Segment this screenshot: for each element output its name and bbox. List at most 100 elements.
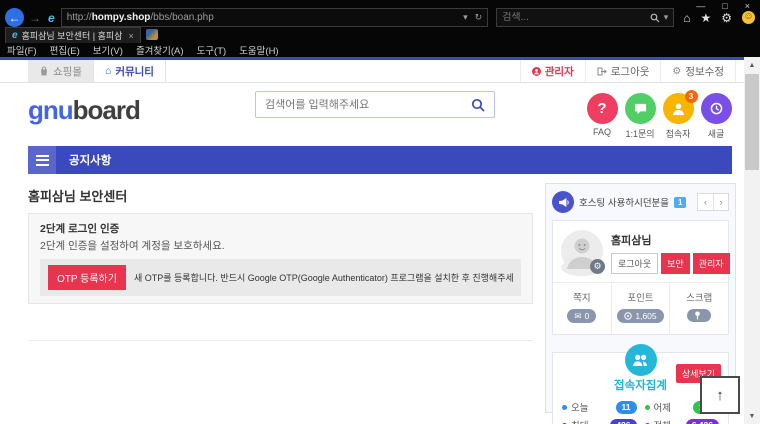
page-scrollbar[interactable]: ▲ ▼ [744, 57, 760, 424]
scrollbar-thumb[interactable] [745, 74, 759, 170]
site-search-input[interactable] [265, 99, 471, 111]
shopping-bag-icon [39, 66, 49, 76]
banner-prev-icon[interactable]: ‹ [698, 194, 713, 210]
avatar[interactable]: ⚙ [561, 230, 603, 272]
tab-close-icon[interactable]: × [128, 31, 133, 41]
tab-title: 홈피삼님 보안센터 | 홈피삼 [22, 29, 123, 42]
chat-bubble-icon[interactable] [625, 93, 656, 124]
site-tab-label: 쇼핑몰 [53, 64, 82, 79]
site-tab-community[interactable]: ⌂ 커뮤니티 [93, 60, 166, 82]
search-dropdown-icon[interactable]: ▾ [664, 12, 669, 23]
new-posts-shortcut[interactable]: 새글 [698, 93, 734, 140]
address-bar[interactable]: http://hompy.shop/bbs/boan.php ▾ ↻ [61, 8, 489, 27]
logo-part-board: board [73, 95, 140, 125]
profile-settings-gear-icon[interactable]: ⚙ [590, 259, 605, 274]
profile-stats: 쪽지 ✉ 0 포인트 1,605 [553, 282, 728, 334]
total-label: 전체 [654, 418, 671, 424]
banner-next-icon[interactable]: › [713, 194, 728, 210]
back-button[interactable]: ← [5, 8, 24, 27]
logout-link[interactable]: 로그아웃 [585, 60, 661, 82]
security-button[interactable]: 보안 [661, 253, 690, 274]
site-logo[interactable]: gnuboard [28, 96, 140, 124]
hosting-banner[interactable]: 호스팅 사용하시던분을 연.. 1 ‹ › [552, 190, 729, 214]
logout-button[interactable]: 로그아웃 [611, 253, 658, 274]
site-search-box[interactable] [255, 91, 495, 118]
today-label: 오늘 [571, 400, 588, 414]
admin-link[interactable]: 관리자 [520, 60, 585, 82]
quick-icons: ? FAQ 1:1문의 [584, 93, 734, 140]
today-dot [562, 405, 567, 410]
faq-question-icon[interactable]: ? [587, 93, 618, 124]
site-tabs: 쇼핑몰 ⌂ 커뮤니티 [28, 60, 166, 82]
visitor-person-icon[interactable]: 3 [663, 93, 694, 124]
visitors-shortcut[interactable]: 3 접속자 [660, 93, 696, 140]
forward-button[interactable]: → [29, 11, 41, 25]
page-favicon-icon: e [48, 11, 55, 25]
megaphone-icon [552, 191, 574, 213]
favorites-star-icon[interactable]: ★ [700, 11, 711, 25]
settings-gear-icon[interactable]: ⚙ [721, 11, 732, 25]
banner-text[interactable]: 호스팅 사용하시던분을 연.. [579, 195, 671, 209]
scrollbar-up-icon[interactable]: ▲ [744, 57, 760, 73]
menu-tools[interactable]: 도구(T) [197, 43, 227, 57]
menu-file[interactable]: 파일(F) [7, 43, 37, 57]
hamburger-menu-icon[interactable] [28, 146, 56, 174]
menu-help[interactable]: 도움말(H) [239, 43, 278, 57]
visitor-group-icon [625, 344, 657, 376]
home-icon: ⌂ [105, 65, 111, 77]
scroll-to-top-button[interactable]: ↑ [700, 376, 740, 414]
autocomplete-dropdown-icon[interactable]: ▾ [463, 12, 468, 23]
visitor-stat-total: 전체 6,426 [645, 418, 720, 424]
scrap-stat[interactable]: 스크랩 [669, 283, 728, 334]
section-divider [28, 340, 533, 341]
menu-view[interactable]: 보기(V) [93, 43, 123, 57]
home-icon[interactable]: ⌂ [683, 11, 690, 25]
menu-favorites[interactable]: 즐겨찾기(A) [136, 43, 184, 57]
logout-link-label: 로그아웃 [611, 64, 650, 79]
browser-search-input[interactable] [502, 12, 649, 23]
memo-label: 쪽지 [553, 290, 611, 304]
inquiry-shortcut[interactable]: 1:1문의 [622, 93, 658, 140]
faq-shortcut[interactable]: ? FAQ [584, 93, 620, 140]
site-tab-shop[interactable]: 쇼핑몰 [28, 60, 93, 82]
profile-name: 홈피삼님 [611, 232, 720, 248]
url-path: /bbs/boan.php [150, 12, 213, 23]
logo-part-gnu: gnu [28, 95, 73, 125]
search-icon[interactable] [471, 98, 485, 112]
max-count-badge: 426 [610, 419, 636, 424]
otp-help-text: 새 OTP를 등록합니다. 반드시 Google OTP(Google Auth… [134, 271, 513, 284]
pin-icon [694, 311, 701, 320]
memo-stat[interactable]: 쪽지 ✉ 0 [553, 283, 611, 334]
browser-menu-bar: 파일(F) 편집(E) 보기(V) 즐겨찾기(A) 도구(T) 도움말(H) [0, 43, 760, 57]
browser-search-box[interactable]: ▾ [496, 8, 674, 27]
point-stat[interactable]: 포인트 1,605 [611, 283, 670, 334]
new-posts-label: 새글 [708, 127, 725, 140]
otp-section-desc: 2단계 인증을 설정하여 계정을 보호하세요. [40, 238, 521, 253]
feedback-smiley-icon[interactable]: ☺ [742, 11, 755, 24]
board-nav-title[interactable]: 공지사항 [69, 152, 111, 168]
menu-edit[interactable]: 편집(E) [50, 43, 80, 57]
refresh-icon[interactable]: ↻ [475, 12, 483, 23]
browser-navigation-bar: ← → e http://hompy.shop/bbs/boan.php ▾ ↻… [5, 8, 755, 27]
new-tab-button[interactable] [146, 29, 158, 40]
admin-button[interactable]: 관리자 [693, 253, 730, 274]
edit-profile-link[interactable]: ⚙ 정보수정 [660, 60, 736, 82]
site-tab-label: 커뮤니티 [115, 64, 154, 79]
profile-buttons: 로그아웃 보안 관리자 [611, 253, 720, 274]
search-icon[interactable] [650, 13, 660, 23]
scrap-label: 스크랩 [670, 290, 728, 304]
scrollbar-down-icon[interactable]: ▼ [744, 408, 760, 424]
site-header: gnuboard ? FAQ [0, 83, 744, 146]
otp-register-row: OTP 등록하기 새 OTP를 등록합니다. 반드시 Google OTP(Go… [40, 259, 521, 296]
visitor-count-badge: 3 [685, 90, 698, 103]
recent-clock-icon[interactable] [701, 93, 732, 124]
browser-tab-bar: e 홈피삼님 보안센터 | 홈피삼 × [0, 27, 760, 43]
yesterday-label: 어제 [654, 400, 671, 414]
otp-section: 2단계 로그인 인증 2단계 인증을 설정하여 계정을 보호하세요. OTP 등… [28, 213, 533, 304]
application-window: — □ × ← → e http://hompy.shop/bbs/boan.p… [0, 0, 760, 424]
max-label: 최대 [571, 418, 588, 424]
browser-chrome: — □ × ← → e http://hompy.shop/bbs/boan.p… [0, 0, 760, 57]
otp-register-button[interactable]: OTP 등록하기 [48, 265, 126, 290]
browser-tab[interactable]: e 홈피삼님 보안센터 | 홈피삼 × [5, 27, 141, 43]
page-content: 쇼핑몰 ⌂ 커뮤니티 관리자 [0, 57, 744, 424]
